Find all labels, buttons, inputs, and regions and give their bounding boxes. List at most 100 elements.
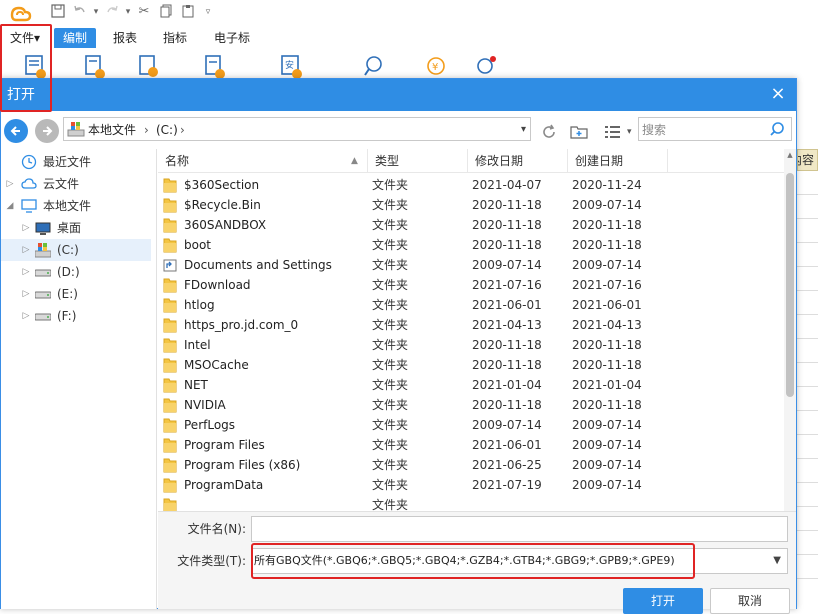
file-type: 文件夹 (372, 218, 409, 232)
file-type: 文件夹 (372, 278, 409, 292)
column-header-created[interactable]: 创建日期 (568, 149, 668, 173)
column-header-name[interactable]: 名称 (158, 149, 368, 173)
file-row[interactable]: $360Section 文件夹 2021-04-07 2020-11-24 (158, 175, 784, 195)
address-separator[interactable]: › (144, 122, 149, 138)
file-row[interactable]: Program Files (x86) 文件夹 2021-06-25 2009-07-… (158, 455, 784, 475)
file-name: ProgramData (184, 478, 264, 492)
file-row[interactable]: PerfLogs 文件夹 2009-07-14 2009-07-14 (158, 415, 784, 435)
back-button[interactable] (4, 119, 28, 143)
menu-compile[interactable]: 编制 (54, 28, 96, 48)
file-row[interactable]: https_pro.jd.com_0 文件夹 2021-04-13 2021-04-1… (158, 315, 784, 335)
menu-report[interactable]: 报表 (104, 28, 146, 48)
address-drive[interactable]: (C:) (156, 122, 178, 138)
tree-item-local[interactable]: ◢ 本地文件 (1, 195, 151, 217)
undo-icon[interactable] (72, 4, 88, 20)
file-row[interactable]: htlog 文件夹 2021-06-01 2021-06-01 (158, 295, 784, 315)
chevron-down-icon[interactable]: ▼ (773, 553, 781, 569)
expand-arrow-icon[interactable]: ▷ (21, 217, 31, 239)
file-row[interactable]: Intel 文件夹 2020-11-18 2020-11-18 (158, 335, 784, 355)
filetype-select[interactable]: 所有GBQ文件(*.GBQ6;*.GBQ5;*.GBQ4;*.GZB4;*.GT… (251, 548, 788, 574)
tree-item-label: 桌面 (57, 221, 82, 235)
new-folder-icon[interactable] (570, 123, 588, 141)
file-row[interactable]: ProgramData 文件夹 2021-07-19 2009-07-14 (158, 475, 784, 495)
tree-item-recent[interactable]: 最近文件 (1, 151, 151, 173)
file-modified-date: 2021-06-01 (472, 298, 542, 312)
tree-item-desktop[interactable]: ▷ 桌面 (1, 217, 151, 239)
menu-file[interactable]: 文件▾ (4, 28, 46, 48)
tree-item-c-drive[interactable]: ▷ (C:) (1, 239, 151, 261)
filename-input[interactable] (251, 516, 788, 542)
column-header-label: 名称 (165, 154, 190, 168)
file-row[interactable]: $Recycle.Bin 文件夹 2020-11-18 2009-07-14 (158, 195, 784, 215)
search-input[interactable]: 搜索 (638, 117, 792, 141)
refresh-icon[interactable] (540, 123, 558, 141)
save-icon[interactable] (50, 4, 66, 20)
background-sheet (797, 140, 818, 609)
redo-icon[interactable] (104, 4, 120, 20)
cut-icon[interactable]: ✂ (136, 4, 152, 20)
file-row[interactable]: FDownload 文件夹 2021-07-16 2021-07-16 (158, 275, 784, 295)
column-header-type[interactable]: 类型 (368, 149, 468, 173)
undo-dropdown-icon[interactable]: ▾ (88, 4, 104, 20)
expand-arrow-icon[interactable]: ▷ (21, 239, 31, 261)
file-row[interactable]: boot 文件夹 2020-11-18 2020-11-18 (158, 235, 784, 255)
file-row[interactable]: Program Files 文件夹 2021-06-01 2009-07-14 (158, 435, 784, 455)
folder-icon (163, 278, 177, 293)
customize-toolbar-icon[interactable]: ▿ (200, 4, 216, 20)
adjust-icon[interactable] (138, 54, 162, 80)
column-header-label: 创建日期 (575, 154, 624, 168)
search-icon[interactable] (769, 121, 785, 137)
address-bar[interactable]: 本地文件 › (C:) › ▾ (63, 117, 531, 141)
file-row[interactable]: NET 文件夹 2021-01-04 2021-01-04 (158, 375, 784, 395)
file-type: 文件夹 (372, 238, 409, 252)
expand-arrow-icon[interactable]: ▷ (21, 261, 31, 283)
collapse-arrow-icon[interactable]: ◢ (5, 195, 15, 217)
tree-item-cloud[interactable]: ▷ 云文件 (1, 173, 151, 195)
gear-price-icon[interactable]: ¥ (424, 54, 448, 80)
file-row[interactable]: 360SANDBOX 文件夹 2020-11-18 2020-11-18 (158, 215, 784, 235)
file-row[interactable]: MSOCache 文件夹 2020-11-18 2020-11-18 (158, 355, 784, 375)
file-created-date: 2020-11-18 (572, 338, 642, 352)
project-check-icon[interactable] (24, 54, 48, 80)
redo-dropdown-icon[interactable]: ▾ (120, 4, 136, 20)
forward-button[interactable] (35, 119, 59, 143)
address-separator[interactable]: › (180, 122, 185, 138)
scrollbar-thumb[interactable] (786, 173, 794, 397)
search-tool-icon[interactable] (362, 54, 386, 80)
expand-arrow-icon[interactable]: ▷ (21, 283, 31, 305)
folder-icon (163, 358, 177, 373)
copy-icon[interactable] (158, 4, 174, 20)
tree-item-f-drive[interactable]: ▷ (F:) (1, 305, 151, 327)
paste-icon[interactable] (180, 4, 196, 20)
file-modified-date: 2020-11-18 (472, 238, 542, 252)
scroll-up-arrow-icon[interactable]: ▲ (784, 149, 796, 161)
file-row[interactable]: Documents and Settings 文件夹 2009-07-14 2009-… (158, 255, 784, 275)
price-icon[interactable] (204, 54, 228, 80)
menu-indicator[interactable]: 指标 (154, 28, 196, 48)
open-button[interactable]: 打开 (623, 588, 703, 614)
online-search-icon[interactable] (474, 54, 498, 80)
cancel-button[interactable]: 取消 (710, 588, 790, 614)
tree-item-e-drive[interactable]: ▷ (E:) (1, 283, 151, 305)
close-icon[interactable]: × (768, 84, 788, 104)
column-header-label: 修改日期 (475, 154, 524, 168)
file-row[interactable]: NVIDIA 文件夹 2020-11-18 2020-11-18 (158, 395, 784, 415)
search-placeholder: 搜索 (642, 123, 667, 137)
view-list-icon[interactable] (604, 123, 622, 141)
expand-arrow-icon[interactable]: ▷ (5, 173, 15, 195)
column-header-modified[interactable]: 修改日期 (468, 149, 568, 173)
grid-line (797, 266, 818, 267)
file-name: Intel (184, 338, 211, 352)
menu-electronic-bid[interactable]: 电子标 (206, 28, 258, 48)
tree-item-d-drive[interactable]: ▷ (D:) (1, 261, 151, 283)
grid-line (797, 290, 818, 291)
calc-sheet-icon[interactable] (84, 54, 108, 80)
file-type: 文件夹 (372, 258, 409, 272)
file-type: 文件夹 (372, 438, 409, 452)
expand-arrow-icon[interactable]: ▷ (21, 305, 31, 327)
arrow-right-icon (43, 126, 53, 136)
address-root[interactable]: 本地文件 (88, 122, 136, 138)
safety-icon[interactable]: 安 (280, 54, 304, 80)
file-type: 文件夹 (372, 298, 409, 312)
address-dropdown-icon[interactable]: ▾ (521, 122, 526, 138)
